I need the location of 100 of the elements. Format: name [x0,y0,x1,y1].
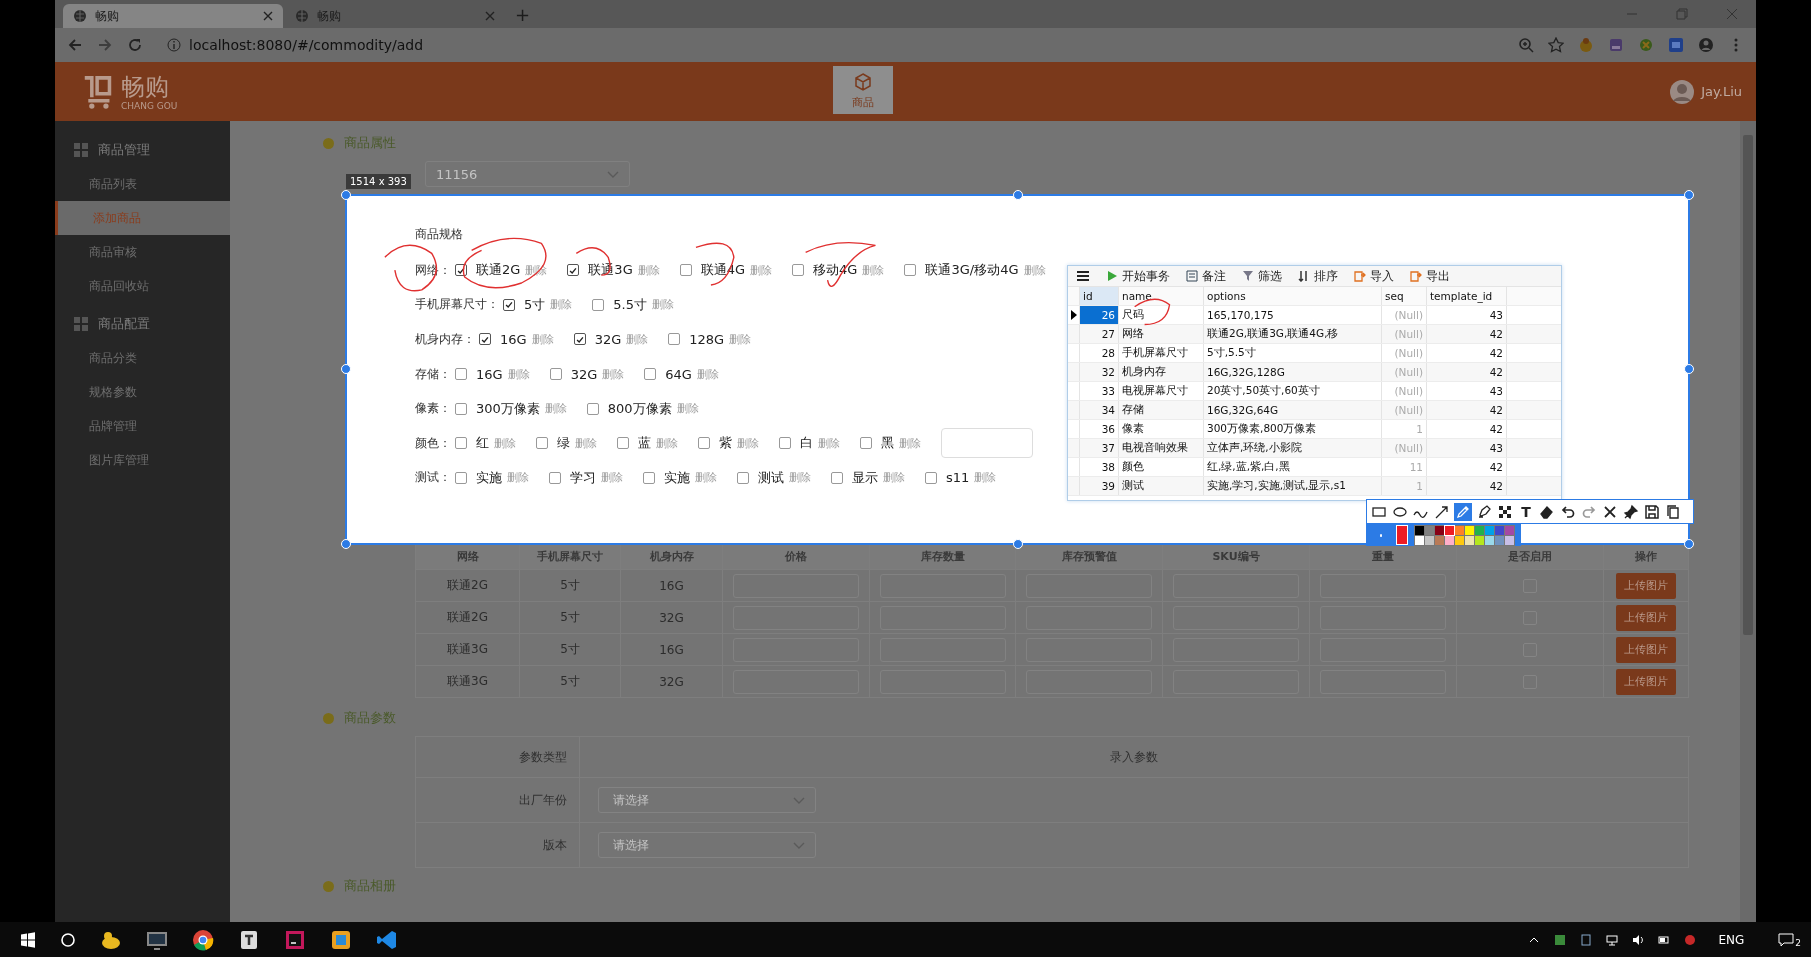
checkbox[interactable] [792,264,805,277]
color-swatch[interactable] [1495,525,1504,535]
delete-link[interactable]: 删除 [656,435,678,451]
menu-icon[interactable] [1076,269,1090,283]
delete-link[interactable]: 删除 [899,435,921,451]
chrome-app-icon[interactable] [192,928,214,951]
battery-icon[interactable] [1658,933,1671,946]
toolbar-button[interactable]: 排序 [1298,267,1338,285]
color-swatch[interactable] [1495,535,1504,545]
checkbox[interactable] [567,264,580,277]
checkbox[interactable] [668,333,681,346]
delete-link[interactable]: 删除 [883,470,905,486]
current-color-swatch[interactable] [1395,525,1408,545]
checkbox[interactable] [644,368,657,381]
checkbox[interactable] [586,402,599,415]
delete-link[interactable]: 删除 [494,435,516,451]
tablet-icon[interactable] [1580,933,1593,946]
resize-handle[interactable] [1013,539,1023,549]
color-swatch[interactable] [1465,535,1474,545]
sidebar-item[interactable]: 商品审核 [55,235,230,269]
checkbox[interactable] [737,471,749,484]
avatar-icon[interactable] [1669,78,1696,105]
sidebar-group-title[interactable]: 商品管理 [98,141,150,159]
sidebar-item[interactable]: 品牌管理 [55,409,230,443]
ide-app-icon[interactable] [284,928,306,951]
extension-icon[interactable] [1638,37,1654,53]
color-swatch[interactable] [1425,535,1434,545]
extension-icon[interactable] [1578,37,1594,53]
toolbar-button[interactable]: 开始事务 [1106,267,1170,285]
color-swatch[interactable] [1465,525,1474,535]
checkbox[interactable] [831,471,843,484]
resize-handle[interactable] [1013,190,1023,200]
column-header[interactable]: seq [1382,287,1427,305]
language-indicator[interactable]: ENG [1718,932,1745,947]
color-swatch[interactable] [1445,525,1454,535]
sidebar-item[interactable]: 商品列表 [55,167,230,201]
star-icon[interactable] [1548,37,1564,53]
checkbox[interactable] [479,333,491,346]
delete-link[interactable]: 删除 [575,435,597,451]
notification-button[interactable]: 2 [1778,931,1801,948]
toolbar-button[interactable]: 导出 [1410,267,1450,285]
param-select[interactable]: 请选择 [598,787,816,813]
checkbox[interactable] [617,437,629,450]
delete-link[interactable]: 删除 [729,332,752,347]
delete-link[interactable]: 删除 [737,435,759,451]
color-swatch[interactable] [1475,525,1484,535]
new-tab-button[interactable]: + [507,3,539,25]
database-app-icon[interactable] [330,928,352,951]
delete-link[interactable]: 删除 [531,332,554,347]
color-swatch[interactable] [1475,535,1484,545]
resize-handle[interactable] [1684,190,1694,200]
delete-link[interactable]: 删除 [789,470,811,486]
user-name[interactable]: Jay.Liu [1701,84,1742,99]
checkbox[interactable] [549,368,562,381]
delete-link[interactable]: 删除 [862,262,885,278]
checkbox[interactable] [698,437,710,450]
toolbar-button[interactable]: 导入 [1354,267,1394,285]
delete-link[interactable]: 删除 [602,366,625,382]
checkbox[interactable] [455,471,467,484]
upload-button[interactable]: 上传图片 [1616,604,1676,631]
delete-link[interactable]: 删除 [626,332,649,347]
checkbox[interactable] [549,471,561,484]
sidebar-item[interactable]: 规格参数 [55,375,230,409]
copy-icon[interactable] [1664,502,1682,521]
color-swatch[interactable] [1425,525,1434,535]
column-header[interactable]: id [1080,287,1119,305]
toolbar-button[interactable]: 备注 [1186,267,1226,285]
delete-link[interactable]: 删除 [507,366,530,382]
upload-button[interactable]: 上传图片 [1616,668,1676,695]
delete-link[interactable]: 删除 [696,366,719,382]
color-swatch[interactable] [1485,535,1494,545]
record-icon[interactable] [1684,933,1697,946]
checkbox[interactable] [455,437,467,450]
checkbox[interactable] [592,298,605,311]
resize-handle[interactable] [1684,364,1694,374]
checkbox[interactable] [455,402,467,415]
back-icon[interactable] [67,37,83,53]
checkbox[interactable] [860,437,872,450]
delete-link[interactable]: 删除 [544,401,567,417]
search-icon[interactable] [60,931,76,948]
windows-icon[interactable] [20,931,36,948]
save-icon[interactable] [1643,502,1661,521]
color-swatch[interactable] [1415,525,1424,535]
network-icon[interactable] [1606,933,1619,946]
delete-link[interactable]: 删除 [651,297,674,313]
color-swatch[interactable] [1455,525,1464,535]
scrollbar[interactable] [1740,121,1756,922]
delete-link[interactable]: 删除 [550,297,573,313]
checkbox[interactable] [904,264,917,277]
pen-icon[interactable] [1454,502,1472,521]
restore-icon[interactable] [1676,8,1688,20]
zoom-icon[interactable] [1518,37,1534,53]
param-select[interactable]: 请选择 [598,832,816,858]
checkbox[interactable] [925,471,937,484]
document-app-icon[interactable] [238,928,260,951]
resize-handle[interactable] [341,190,351,200]
upload-button[interactable]: 上传图片 [1616,636,1676,663]
color-swatch[interactable] [1505,535,1514,545]
extension-icon[interactable] [1608,37,1624,53]
column-header[interactable]: options [1204,287,1382,305]
